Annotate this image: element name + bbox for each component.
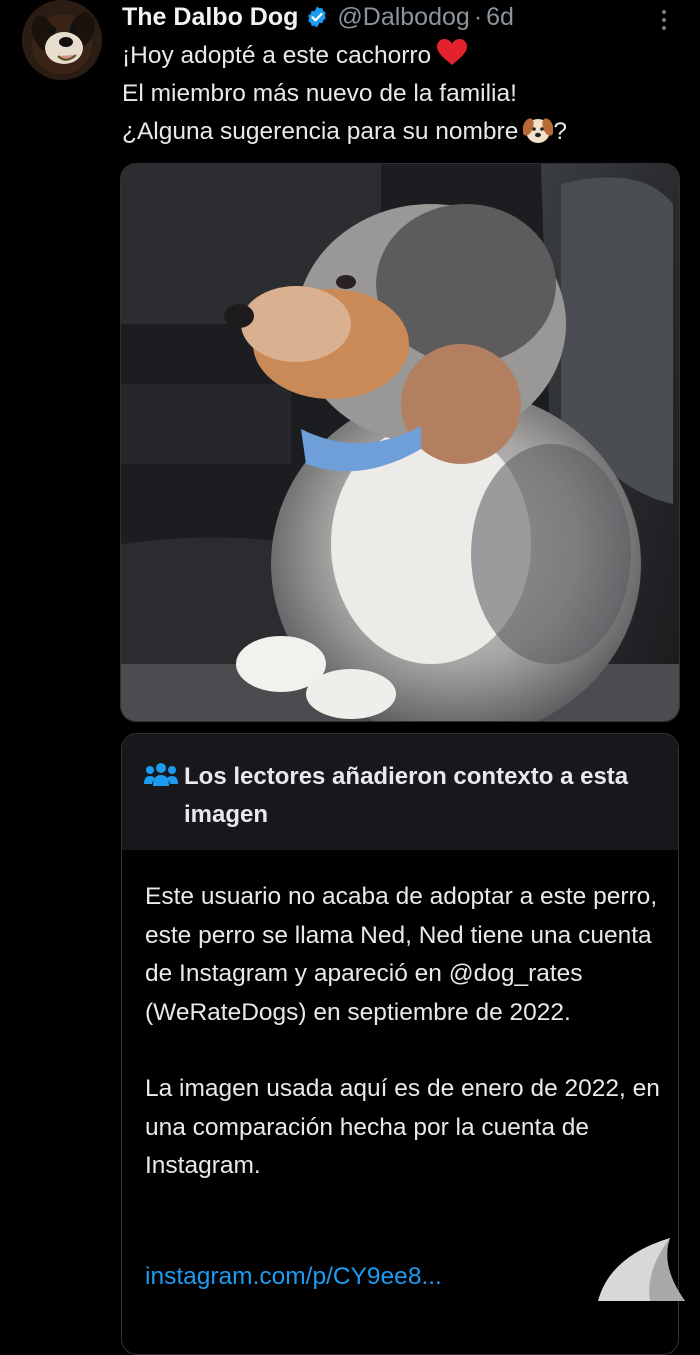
community-note-paragraph: Este usuario no acaba de adoptar a este … (145, 883, 658, 1026)
tweet-photo[interactable] (120, 163, 680, 722)
tweet-text: ¡Hoy adopté a este cachorro El miembro m… (122, 37, 682, 151)
tweet-line-1: ¡Hoy adopté a este cachorro (122, 37, 682, 75)
community-note-header: Los lectores añadieron contexto a esta i… (122, 734, 678, 850)
tweet-line-2: El miembro más nuevo de la familia! (122, 80, 517, 107)
author-name[interactable]: The Dalbo Dog (122, 3, 298, 32)
more-options-icon[interactable] (662, 6, 668, 34)
community-note-paragraph: La imagen usada aquí es de enero de 2022… (145, 1075, 660, 1179)
red-heart-icon (437, 39, 468, 65)
community-note-link[interactable]: instagram.com/p/CY9ee8... (145, 1263, 442, 1291)
puppy-photo (121, 164, 679, 721)
community-note-body: Este usuario no acaba de adoptar a este … (145, 878, 665, 1186)
separator-dot: · (473, 2, 483, 31)
verified-badge-icon (308, 6, 327, 28)
tweet-line-3: ¿Alguna sugerencia para su nombre? (122, 118, 567, 145)
avatar-dog-image (22, 0, 102, 80)
people-icon (144, 763, 178, 786)
dog-face-icon (523, 118, 554, 143)
page-curl-decoration (598, 1238, 685, 1301)
avatar[interactable] (22, 0, 102, 80)
tweet-timestamp[interactable]: 6d (486, 3, 514, 32)
author-handle[interactable]: @Dalbodog (337, 3, 469, 32)
tweet-header: The Dalbo Dog @Dalbodog · 6d (122, 2, 680, 32)
community-note-title: Los lectores añadieron contexto a esta i… (184, 763, 629, 828)
